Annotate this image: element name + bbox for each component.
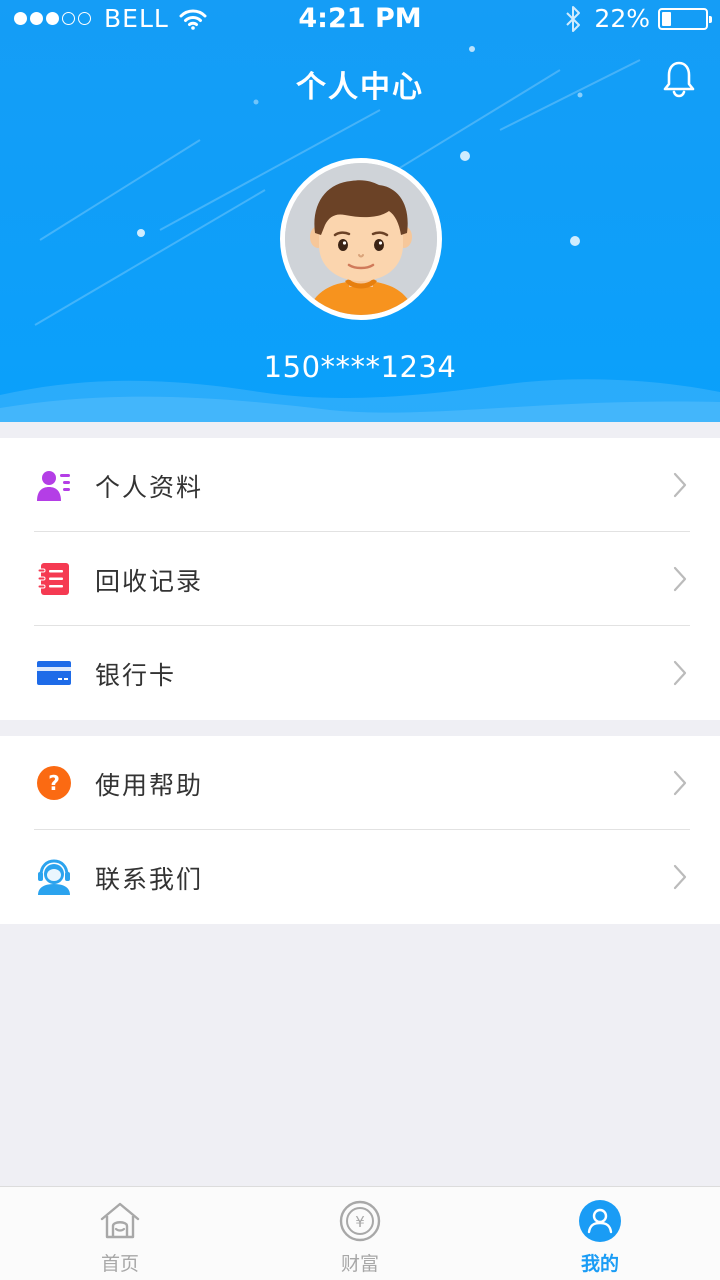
menu-item-bank-card[interactable]: 银行卡 [0,626,720,720]
chevron-right-icon [673,566,687,592]
avatar-boy-illustration [285,163,437,315]
menu-item-recycle-records[interactable]: 回收记录 [0,532,720,626]
tab-label: 我的 [580,1253,619,1275]
chevron-right-icon [673,770,687,796]
help-icon: ? [37,766,71,800]
chevron-right-icon [673,864,687,890]
svg-text:¥: ¥ [355,1213,365,1231]
tab-bar: 首页 ¥ 财富 我的 [0,1186,720,1280]
tab-home[interactable]: 首页 [0,1187,240,1280]
customer-service-icon [38,859,70,895]
menu-item-help[interactable]: ? 使用帮助 [0,736,720,830]
menu-item-label: 使用帮助 [95,771,204,800]
tab-label: 首页 [100,1253,139,1275]
menu-item-contact[interactable]: 联系我们 [0,830,720,924]
home-icon [100,1202,140,1239]
menu-item-label: 个人资料 [95,473,204,502]
battery-icon [658,7,712,30]
profile-card-icon [37,471,70,501]
chevron-right-icon [673,660,687,686]
avatar[interactable] [280,158,442,320]
phone-number: 150****1234 [263,350,457,384]
tab-label: 财富 [340,1253,379,1275]
chevron-right-icon [673,472,687,498]
menu-item-label: 银行卡 [95,661,177,690]
menu-group-account: 个人资料 回收记录 银行卡 [0,438,720,720]
yen-coin-icon: ¥ [339,1200,381,1242]
bluetooth-icon [566,5,581,32]
menu-item-label: 回收记录 [95,567,204,596]
tab-mine[interactable]: 我的 [480,1187,720,1280]
bell-icon[interactable] [662,60,696,98]
bank-card-icon [37,661,71,685]
user-icon [579,1200,621,1242]
menu-group-support: ? 使用帮助 联系我们 [0,736,720,924]
tab-wealth[interactable]: ¥ 财富 [240,1187,480,1280]
notebook-icon [37,563,69,595]
page-title: 个人中心 [296,70,424,105]
menu-item-profile[interactable]: 个人资料 [0,438,720,532]
svg-text:?: ? [48,771,60,795]
status-bar: BELL 4:21 PM 22% [0,0,720,38]
menu-item-label: 联系我们 [95,865,204,894]
battery-percent: 22% [594,4,650,33]
